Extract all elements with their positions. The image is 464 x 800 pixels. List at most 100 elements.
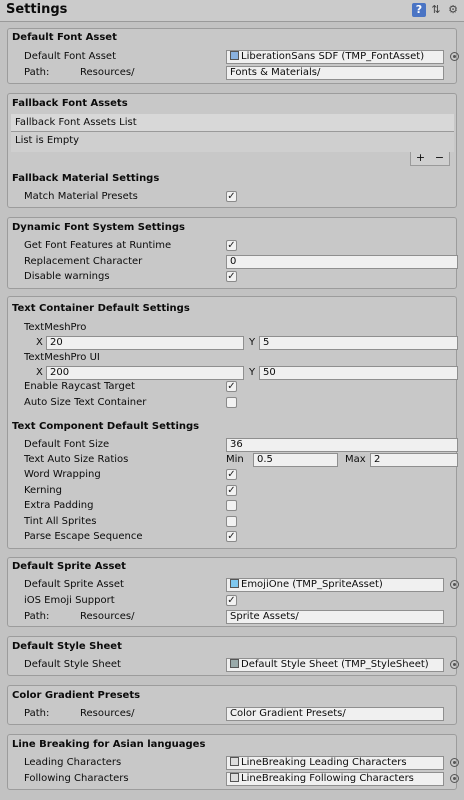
- autosize-container-label: Auto Size Text Container: [24, 397, 147, 408]
- path-label: Path:: [24, 708, 50, 719]
- panel-style-sheet: Default Style Sheet Default Style Sheet …: [7, 636, 459, 676]
- tint-sprites-label: Tint All Sprites: [24, 516, 97, 527]
- help-icon[interactable]: ?: [412, 3, 426, 17]
- replacement-char-field[interactable]: 0: [226, 255, 458, 269]
- section-title: Default Font Asset: [12, 32, 117, 43]
- gear-icon[interactable]: ⚙: [446, 3, 460, 17]
- inspector-header: Settings ? ⇅ ⚙: [0, 0, 464, 22]
- sprite-path-field[interactable]: Sprite Assets/: [226, 610, 444, 624]
- escape-sequence-label: Parse Escape Sequence: [24, 531, 143, 542]
- kerning-checkbox[interactable]: ✓: [226, 485, 237, 496]
- remove-item-button[interactable]: −: [435, 152, 444, 165]
- following-chars-label: Following Characters: [24, 773, 129, 784]
- font-features-checkbox[interactable]: ✓: [226, 240, 237, 251]
- tmpui-x-field[interactable]: 200: [46, 366, 244, 380]
- fallback-list: Fallback Font Assets List List is Empty …: [11, 114, 454, 167]
- kerning-label: Kerning: [24, 485, 62, 496]
- object-picker-icon[interactable]: [450, 774, 459, 783]
- list-header: Fallback Font Assets List: [11, 114, 454, 132]
- tmpui-y-field[interactable]: 50: [259, 366, 458, 380]
- tmp-label: TextMeshPro: [24, 322, 87, 333]
- section-title: Fallback Font Assets: [12, 98, 128, 109]
- font-size-label: Default Font Size: [24, 439, 110, 450]
- sprite-asset-field[interactable]: EmojiOne (TMP_SpriteAsset): [226, 578, 444, 592]
- preset-icon[interactable]: ⇅: [429, 3, 443, 17]
- disable-warnings-label: Disable warnings: [24, 271, 110, 282]
- font-path-field[interactable]: Fonts & Materials/: [226, 66, 444, 80]
- tmpui-y-label: Y: [249, 367, 256, 378]
- object-picker-icon[interactable]: [450, 52, 459, 61]
- escape-sequence-checkbox[interactable]: ✓: [226, 531, 237, 542]
- font-size-field[interactable]: 36: [226, 438, 458, 452]
- leading-chars-value: LineBreaking Leading Characters: [241, 757, 407, 768]
- section-title: Default Style Sheet: [12, 641, 122, 652]
- list-empty-text: List is Empty: [11, 132, 454, 152]
- style-sheet-label: Default Style Sheet: [24, 659, 121, 670]
- autosize-container-checkbox[interactable]: [226, 397, 237, 408]
- following-chars-field[interactable]: LineBreaking Following Characters: [226, 772, 444, 786]
- object-picker-icon[interactable]: [450, 758, 459, 767]
- replacement-char-label: Replacement Character: [24, 256, 143, 267]
- font-asset-label: Default Font Asset: [24, 51, 117, 62]
- panel-color-gradient: Color Gradient Presets Path: Resources/ …: [7, 685, 457, 725]
- ios-emoji-label: iOS Emoji Support: [24, 595, 115, 606]
- font-asset-field[interactable]: LiberationSans SDF (TMP_FontAsset): [226, 50, 444, 64]
- match-material-label: Match Material Presets: [24, 191, 138, 202]
- style-sheet-field[interactable]: Default Style Sheet (TMP_StyleSheet): [226, 658, 444, 672]
- section-title: Fallback Material Settings: [12, 173, 160, 184]
- tmp-x-field[interactable]: 20: [46, 336, 244, 350]
- sprite-asset-value: EmojiOne (TMP_SpriteAsset): [241, 579, 383, 590]
- path-label: Path:: [24, 611, 50, 622]
- add-item-button[interactable]: +: [416, 152, 425, 165]
- section-title: Text Container Default Settings: [12, 303, 190, 314]
- disable-warnings-checkbox[interactable]: ✓: [226, 271, 237, 282]
- section-title: Default Sprite Asset: [12, 561, 126, 572]
- inspector-title: Settings: [6, 2, 68, 17]
- section-title: Color Gradient Presets: [12, 690, 141, 701]
- path-prefix: Resources/: [80, 611, 135, 622]
- ios-emoji-checkbox[interactable]: ✓: [226, 595, 237, 606]
- panel-default-font-asset: Default Font Asset Default Font Asset Li…: [7, 28, 459, 84]
- path-prefix: Resources/: [80, 708, 135, 719]
- panel-text-container: Text Container Default Settings TextMesh…: [7, 296, 458, 549]
- following-chars-value: LineBreaking Following Characters: [241, 773, 414, 784]
- word-wrapping-label: Word Wrapping: [24, 469, 101, 480]
- object-picker-icon[interactable]: [450, 580, 459, 589]
- style-sheet-value: Default Style Sheet (TMP_StyleSheet): [241, 659, 429, 670]
- object-picker-icon[interactable]: [450, 660, 459, 669]
- match-material-checkbox[interactable]: ✓: [226, 191, 237, 202]
- tmpui-x-label: X: [36, 367, 43, 378]
- leading-chars-label: Leading Characters: [24, 757, 122, 768]
- section-title: Dynamic Font System Settings: [12, 222, 185, 233]
- panel-line-breaking: Line Breaking for Asian languages Leadin…: [7, 734, 459, 790]
- min-label: Min: [226, 454, 244, 465]
- tint-sprites-checkbox[interactable]: [226, 516, 237, 527]
- max-field[interactable]: 2: [370, 453, 458, 467]
- gradient-path-field[interactable]: Color Gradient Presets/: [226, 707, 444, 721]
- style-sheet-icon: [230, 659, 239, 668]
- extra-padding-checkbox[interactable]: [226, 500, 237, 511]
- extra-padding-label: Extra Padding: [24, 500, 94, 511]
- raycast-checkbox[interactable]: ✓: [226, 381, 237, 392]
- panel-dynamic-font: Dynamic Font System Settings Get Font Fe…: [7, 217, 458, 289]
- text-asset-icon: [230, 773, 239, 782]
- panel-fallback: Fallback Font Assets Fallback Font Asset…: [7, 93, 457, 208]
- leading-chars-field[interactable]: LineBreaking Leading Characters: [226, 756, 444, 770]
- tmp-x-label: X: [36, 337, 43, 348]
- sprite-asset-icon: [230, 579, 239, 588]
- font-asset-value: LiberationSans SDF (TMP_FontAsset): [241, 51, 425, 62]
- section-title: Line Breaking for Asian languages: [12, 739, 206, 750]
- panel-sprite-asset: Default Sprite Asset Default Sprite Asse…: [7, 557, 459, 627]
- tmp-y-field[interactable]: 5: [259, 336, 458, 350]
- min-field[interactable]: 0.5: [253, 453, 338, 467]
- tmp-y-label: Y: [249, 337, 256, 348]
- raycast-label: Enable Raycast Target: [24, 381, 135, 392]
- font-asset-icon: [230, 51, 239, 60]
- list-footer: + −: [410, 152, 450, 166]
- max-label: Max: [345, 454, 366, 465]
- text-asset-icon: [230, 757, 239, 766]
- word-wrapping-checkbox[interactable]: ✓: [226, 469, 237, 480]
- path-label: Path:: [24, 67, 50, 78]
- sprite-asset-label: Default Sprite Asset: [24, 579, 124, 590]
- section-title: Text Component Default Settings: [12, 421, 200, 432]
